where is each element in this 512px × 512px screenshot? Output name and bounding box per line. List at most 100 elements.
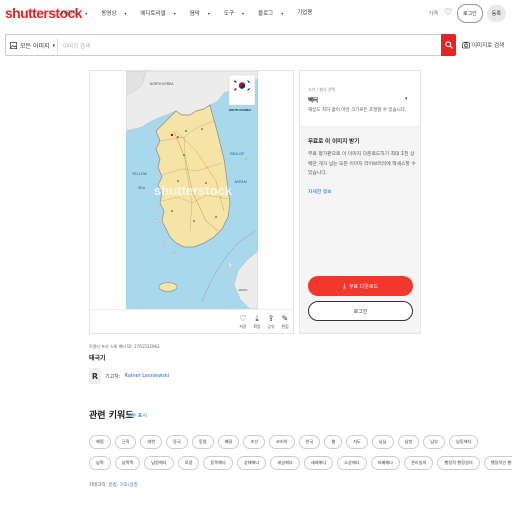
contributor: R 기고자: Rainer Lesniewski: [89, 368, 169, 384]
chevron-down-icon: ▾: [207, 11, 210, 16]
avatar[interactable]: R: [89, 368, 101, 384]
keyword-chip[interactable]: 남방해다: [144, 456, 174, 470]
edit-action[interactable]: ✎ 편집: [278, 314, 292, 330]
image-meta-ids: 로열티 프리 스톡 벡터 ID: 2761532963: [89, 344, 160, 349]
label-sea: SEA: [138, 186, 146, 190]
nav-tools[interactable]: 도구 ▾: [224, 10, 251, 18]
keyword-chip[interactable]: 남방: [397, 435, 420, 449]
size-section: 크기 / 형식 선택 벡터 ▾ 해상도 저하 없이 어떤 크기로든 조절할 수 …: [300, 71, 420, 127]
keyword-chip[interactable]: 행정적 행정실의: [437, 456, 480, 470]
chevron-down-icon: ▾: [52, 42, 56, 49]
license-panel: 크기 / 형식 선택 벡터 ▾ 해상도 저하 없이 어떤 크기로든 조절할 수 …: [299, 70, 421, 334]
label-yellow: YELLOW: [132, 172, 148, 176]
search-bar: 모든 이미지 ▾ 이미지 검색: [5, 34, 456, 56]
download-icon: ⤓: [255, 314, 259, 323]
nav-editorial[interactable]: 에디토리얼 ▾: [140, 10, 182, 18]
free-description: 무료 평가판으로 이 이미지 다운로드하기 최대 1천 상백만 개가 넘는 모든…: [308, 152, 416, 176]
keyword-chip[interactable]: 제됨: [89, 435, 111, 449]
keyword-chip[interactable]: 코리아: [269, 435, 295, 449]
chevron-down-icon: ▾: [85, 11, 88, 16]
label-south-korea: SOUTH KOREA: [229, 108, 252, 112]
image-actions: ♡ 저장 ⤓ 확장 ⇪ 공유 ✎ 편집: [90, 309, 293, 334]
size-note: 해상도 저하 없이 어떤 크기로든 조절할 수 있습니다.: [308, 108, 407, 113]
keyword-chip[interactable]: 남남: [371, 435, 394, 449]
free-download-button[interactable]: ⤓ 무료 다운로드: [308, 276, 413, 296]
keyword-row-2: 남쪽 남쪽쪽 남방해다 모양 동쪽해다 상해해다 세일해다 세레해다 소상해다 …: [89, 456, 512, 470]
contributor-link[interactable]: Rainer Lesniewski: [125, 373, 170, 379]
nav-blog[interactable]: 블로그 ▾: [258, 10, 290, 18]
share-icon: ⇪: [267, 314, 275, 323]
chevron-down-icon: ▾: [124, 11, 127, 16]
download-icon: ⤓: [342, 281, 346, 290]
image-preview-card: NORTH KOREA SOUTH KOREA YELLOW SEA SEA O…: [89, 70, 294, 334]
keyword-chip[interactable]: 동원: [191, 435, 214, 449]
chevron-down-icon: ▾: [281, 11, 284, 16]
category-line: 카테고리: 운송, 기호/상징: [89, 483, 138, 488]
panel-login-button[interactable]: 로그인: [308, 301, 413, 321]
edit-icon: ✎: [281, 314, 289, 323]
nav-video[interactable]: 동영상 ▾: [101, 10, 133, 18]
keyword-chip[interactable]: 남동해다: [449, 435, 479, 449]
label-japan: JAPAN: [238, 288, 247, 292]
size-label: 크기 / 형식 선택: [308, 87, 336, 92]
vector-type-link[interactable]: 벡터: [119, 344, 126, 349]
keyword-chip[interactable]: 세일해다: [270, 456, 300, 470]
keyword-chip[interactable]: 근직: [114, 435, 137, 449]
keyword-chip[interactable]: 한국: [298, 435, 321, 449]
label-japan-sea: JAPAN: [234, 179, 247, 184]
size-select[interactable]: 벡터: [308, 96, 318, 104]
nav-enterprise[interactable]: 기업용: [297, 10, 312, 18]
header-actions: 가격 ♡ 로그인 등록: [429, 4, 506, 23]
search-divider: [57, 38, 58, 53]
image-title: 태극기: [89, 355, 106, 362]
chevron-down-icon[interactable]: ▾: [405, 96, 408, 102]
save-action[interactable]: ♡ 저장: [236, 314, 250, 330]
nav-music[interactable]: 음악 ▾: [190, 10, 217, 18]
keyword-chip[interactable]: 대한: [140, 435, 163, 449]
heart-icon: ♡: [239, 314, 247, 323]
image-search-button[interactable]: 이미지로 검색: [462, 37, 506, 53]
keyword-chip[interactable]: 배달: [217, 435, 240, 449]
keyword-chip[interactable]: 행정적인 행정실의: [483, 456, 512, 470]
main-nav: 이미지 ▾ 동영상 ▾ 에디토리얼 ▾ 음악 ▾ 도구 ▾ 블로그 ▾ 기업용: [62, 10, 319, 18]
search-button[interactable]: [441, 34, 456, 56]
keyword-chip[interactable]: 동쪽해다: [203, 456, 233, 470]
label-sea-of: SEA OF: [230, 151, 245, 156]
category-links[interactable]: 운송, 기호/상징: [109, 483, 138, 488]
keyword-chip[interactable]: 남쪽: [89, 456, 111, 470]
expand-action[interactable]: ⤓ 확장: [250, 314, 264, 330]
learn-more-link[interactable]: 자세한 정보: [308, 188, 332, 195]
pricing-link[interactable]: 가격: [429, 10, 438, 17]
keyword-chip[interactable]: 남쪽쪽: [114, 456, 141, 470]
chevron-down-icon: ▾: [242, 11, 245, 16]
keyword-chip[interactable]: 웹: [324, 435, 343, 449]
keyword-chip[interactable]: 지혜해다: [370, 456, 400, 470]
label-north-korea: NORTH KOREA: [150, 82, 174, 86]
login-button[interactable]: 로그인: [456, 4, 483, 23]
join-button[interactable]: 등록: [486, 5, 506, 22]
free-title: 무료로 이 이미지 받기: [308, 139, 360, 145]
watermark: shutterstock: [154, 183, 233, 198]
keyword-chip[interactable]: 상해해다: [236, 456, 267, 470]
keyword-chip[interactable]: 남부: [423, 435, 446, 449]
search-icon: [444, 41, 453, 49]
see-all-keywords-link[interactable]: 모두 표시: [127, 412, 147, 419]
keyword-chip[interactable]: 관리실의: [403, 456, 434, 470]
keyword-chip[interactable]: 지도: [346, 435, 368, 449]
share-action[interactable]: ⇪ 공유: [264, 314, 278, 330]
image-icon: [10, 42, 17, 49]
korea-map-image[interactable]: NORTH KOREA SOUTH KOREA YELLOW SEA SEA O…: [126, 71, 258, 309]
keyword-row-1: 제됨 근직 대한 동국 동원 배달 조선 코리아 한국 웹 지도 남남 남방 남…: [89, 435, 479, 449]
keyword-chip[interactable]: 소상해다: [337, 456, 367, 470]
chevron-down-icon: ▾: [173, 11, 176, 16]
nav-images[interactable]: 이미지 ▾: [62, 10, 94, 18]
keyword-chip[interactable]: 세레해다: [303, 456, 334, 470]
keyword-chip[interactable]: 모양: [177, 456, 200, 470]
keyword-chip[interactable]: 조선: [243, 435, 266, 449]
heart-icon[interactable]: ♡: [444, 9, 453, 18]
search-input[interactable]: 이미지 검색: [63, 42, 90, 50]
top-header: shutterstock 이미지 ▾ 동영상 ▾ 에디토리얼 ▾ 음악 ▾ 도구 ▾ 블로…: [0, 0, 512, 28]
image-type-select[interactable]: 모든 이미지 ▾: [10, 41, 55, 50]
keyword-chip[interactable]: 동국: [166, 435, 188, 449]
korea-map: NORTH KOREA SOUTH KOREA YELLOW SEA SEA O…: [126, 71, 258, 309]
